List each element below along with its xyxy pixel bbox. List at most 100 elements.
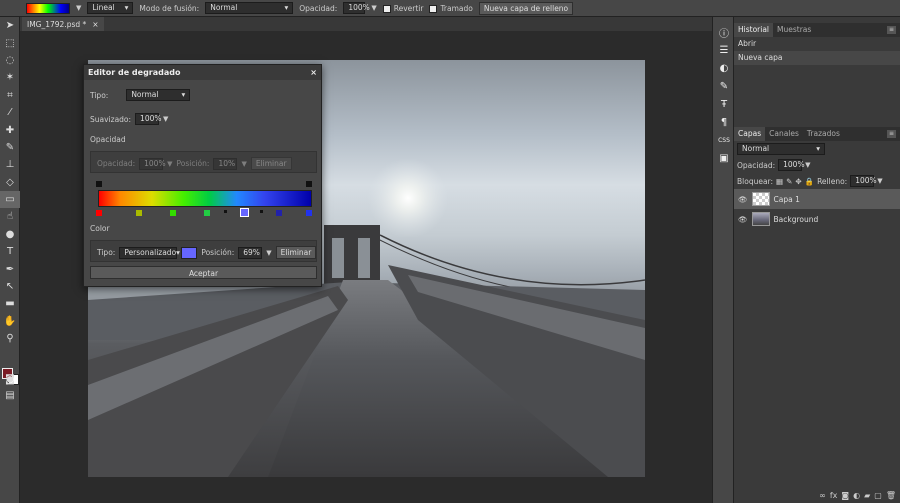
close-icon[interactable]: × [310,68,317,77]
opacity-stop[interactable] [96,181,102,187]
layer-row[interactable]: 👁 Capa 1 [734,189,900,209]
brush-icon[interactable]: ✎ [0,139,20,156]
info-icon[interactable]: ⓘ [713,23,735,41]
new-fill-layer-button[interactable]: Nueva capa de relleno [478,1,574,15]
brush-settings-icon[interactable]: ✎ [713,77,735,95]
lock-position-icon[interactable]: ✥ [795,177,801,186]
zoom-icon[interactable]: ⚲ [0,330,20,347]
paragraph-icon[interactable]: ¶ [713,113,735,131]
chevron-down-icon[interactable]: ▼ [266,249,271,257]
move-icon[interactable]: ➤ [0,17,20,34]
blend-mode-select[interactable]: Normal ▾ [205,2,294,14]
stop-position-input[interactable]: 10% [213,157,238,170]
chevron-down-icon[interactable]: ▼ [877,177,882,185]
quick-mask-icon[interactable]: ◙ [0,371,20,388]
dither-checkbox[interactable]: Tramado [429,4,473,13]
midpoint-marker[interactable] [224,210,227,213]
magic-wand-icon[interactable]: ✶ [0,69,20,86]
character-icon[interactable]: Ŧ [713,95,735,113]
tab-paths[interactable]: Trazados [803,127,844,141]
mask-icon[interactable]: ◙ [841,491,849,500]
visibility-eye-icon[interactable]: 👁 [738,195,748,204]
chevron-down-icon[interactable]: ▼ [371,4,376,12]
chevron-down-icon[interactable]: ▼ [76,4,81,12]
effects-icon[interactable]: fx [830,491,838,500]
reverse-checkbox[interactable]: Revertir [382,4,423,13]
trash-icon[interactable]: 🗑 [886,491,896,500]
gradient-type-select[interactable]: Normal ▾ [126,89,191,101]
tab-history[interactable]: Historial [734,23,774,37]
color-stop[interactable] [276,210,282,216]
document-tab[interactable]: IMG_1792.psd * × [22,17,104,31]
opacity-stop[interactable] [306,181,312,187]
pen-icon[interactable]: ✒ [0,260,20,277]
fill-input[interactable]: 100% [850,175,877,187]
type-icon[interactable]: T [0,243,20,260]
stop-color-swatch[interactable] [181,246,198,259]
chevron-down-icon[interactable]: ▼ [167,160,172,168]
panel-icon-strip: ⓘ ☰ ◐ ✎ Ŧ ¶ CSS ▣ [712,17,734,503]
dodge-icon[interactable]: ● [0,226,20,243]
gradient-bar[interactable] [98,190,312,207]
panel-menu-icon[interactable]: ≡ [887,130,896,138]
crop-icon[interactable]: ⌗ [0,87,20,104]
chevron-down-icon[interactable]: ▼ [241,160,246,168]
color-stop[interactable] [170,210,176,216]
tab-swatches[interactable]: Muestras [773,23,815,37]
midpoint-marker[interactable] [260,210,263,213]
opacity-stop-group: Opacidad: 100% ▼ Posición: 10% ▼ Elimina… [90,151,317,173]
delete-color-stop-button[interactable]: Eliminar [275,246,317,259]
folder-icon[interactable]: ▰ [864,491,870,500]
layer-row[interactable]: 👁 Background [734,209,900,229]
panel-menu-icon[interactable]: ≡ [887,26,896,34]
path-select-icon[interactable]: ↖ [0,278,20,295]
chevron-down-icon[interactable]: ▼ [805,161,810,169]
color-type-select[interactable]: Personalizado ▾ [119,246,180,259]
tab-channels[interactable]: Canales [765,127,803,141]
new-layer-icon[interactable]: ▢ [874,491,882,500]
color-stop[interactable] [96,210,102,216]
close-icon[interactable]: × [92,20,98,29]
color-stop-selected[interactable] [240,208,249,217]
stamp-icon[interactable]: ⊥ [0,156,20,173]
color-position-input[interactable]: 69% [238,246,263,259]
tab-layers[interactable]: Capas [734,127,766,141]
healing-icon[interactable]: ✚ [0,121,20,138]
hand-icon[interactable]: ✋ [0,313,20,330]
gradient-icon[interactable]: ▭ [0,190,20,209]
link-icon[interactable]: ∞ [819,491,826,500]
history-item[interactable]: Abrir [734,37,900,51]
color-stop[interactable] [136,210,142,216]
visibility-eye-icon[interactable]: 👁 [738,215,748,224]
lock-transparency-icon[interactable]: ▦ [776,177,783,186]
marquee-icon[interactable]: ⬚ [0,34,20,51]
delete-opacity-stop-button[interactable]: Eliminar [250,157,292,170]
smudge-icon[interactable]: ☝ [0,208,20,225]
eyedropper-icon[interactable]: ⁄ [0,104,20,121]
shape-icon[interactable]: ▬ [0,295,20,312]
screen-mode-icon[interactable]: ▤ [0,387,20,404]
opacity-input[interactable]: 100% [343,2,370,14]
accept-button[interactable]: Aceptar [90,266,317,279]
lock-all-icon[interactable]: 🔒 [805,177,814,186]
gradient-mode-select[interactable]: Lineal ▾ [87,2,134,14]
lasso-icon[interactable]: ◌ [0,52,20,69]
chevron-down-icon[interactable]: ▼ [163,115,168,123]
history-item[interactable]: Nueva capa [734,51,900,65]
layer-blend-select[interactable]: Normal ▾ [737,143,825,155]
layer-opacity-input[interactable]: 100% [778,159,805,171]
smoothness-input[interactable]: 100% [135,113,162,125]
css-icon[interactable]: CSS [713,131,735,149]
dialog-titlebar[interactable]: Editor de degradado × [84,65,321,80]
image-icon[interactable]: ▣ [713,149,735,167]
properties-icon[interactable]: ☰ [713,41,735,59]
layer-opacity-label: Opacidad: [737,160,776,170]
adjustment-layer-icon[interactable]: ◐ [853,491,860,500]
stop-opacity-input[interactable]: 100% [139,157,166,170]
gradient-preview[interactable] [26,2,70,14]
adjustments-icon[interactable]: ◐ [713,59,735,77]
color-stop[interactable] [204,210,210,216]
eraser-icon[interactable]: ◇ [0,174,20,191]
lock-paint-icon[interactable]: ✎ [786,177,792,186]
color-stop[interactable] [306,210,312,216]
